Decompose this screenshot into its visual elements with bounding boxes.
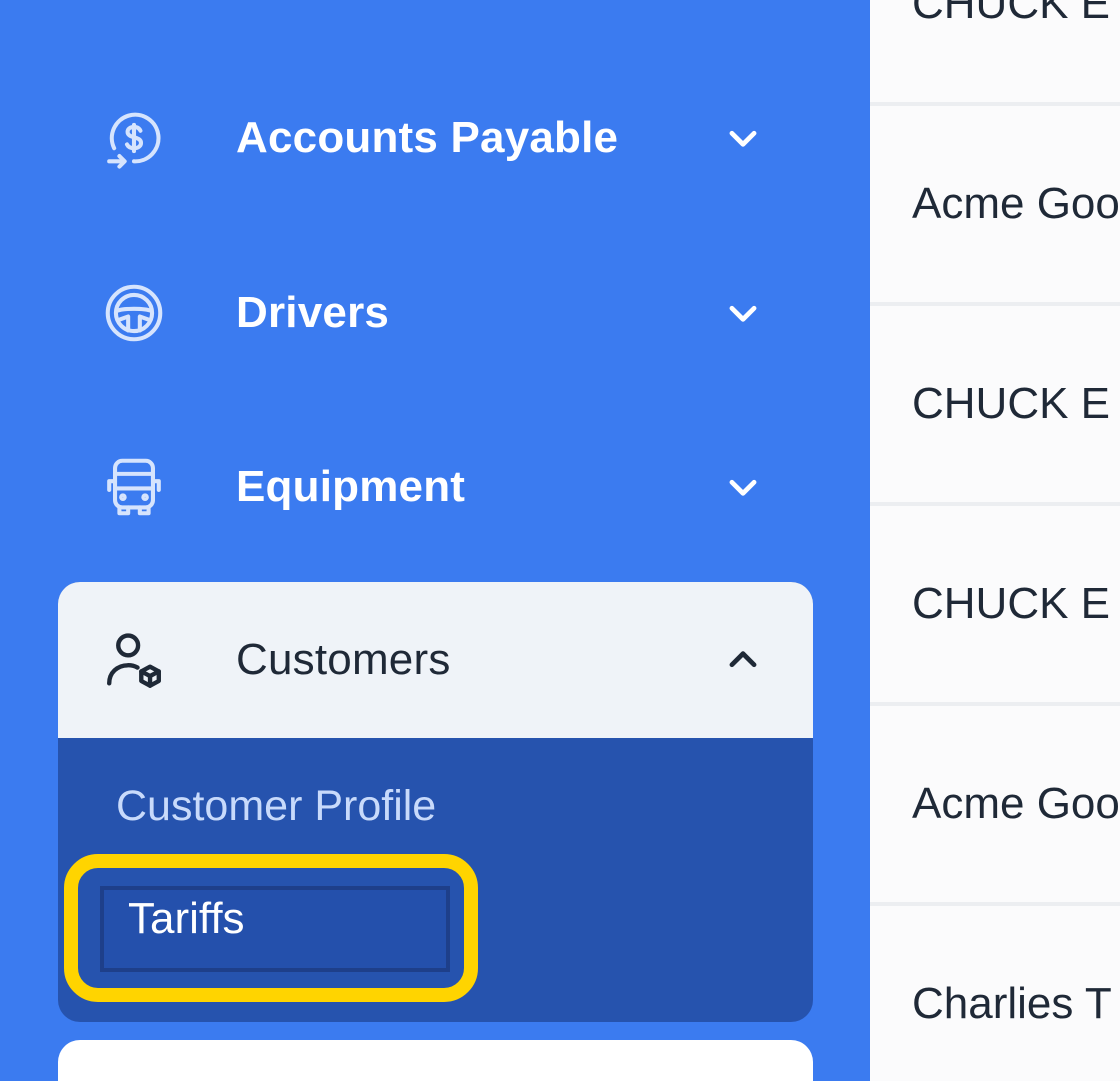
highlight-box: Tariffs [64, 854, 478, 1002]
truck-icon [98, 451, 170, 523]
sidebar-item-label: Drivers [236, 288, 390, 337]
table-row[interactable]: Acme Goo [870, 106, 1120, 306]
table-row[interactable]: CHUCK E [870, 306, 1120, 506]
table-cell-customer: Acme Goo [912, 179, 1120, 228]
table-row[interactable]: Acme Goo [870, 706, 1120, 906]
table-row[interactable]: CHUCK E [870, 0, 1120, 106]
sidebar-item-accounts-payable[interactable]: Accounts Payable [58, 83, 813, 193]
sidebar-subitem-customer-profile[interactable]: Customer Profile [116, 782, 436, 831]
app-screen: Accounts Payable Drivers Equipment Custo… [0, 0, 1120, 1081]
sidebar-item-equipment[interactable]: Equipment [58, 432, 813, 542]
table-cell-customer: CHUCK E [912, 0, 1111, 28]
sidebar: Accounts Payable Drivers Equipment Custo… [0, 0, 870, 1081]
sidebar-item-label: Equipment [236, 462, 466, 511]
chevron-down-icon[interactable] [722, 466, 764, 508]
sidebar-item-label: Customers [236, 635, 451, 684]
table-cell-customer: Charlies T [912, 979, 1112, 1028]
table-cell-customer: CHUCK E [912, 579, 1111, 628]
table-cell-customer: Acme Goo [912, 779, 1120, 828]
table-row[interactable]: CHUCK E [870, 506, 1120, 706]
chevron-down-icon[interactable] [722, 117, 764, 159]
table-cell-customer: CHUCK E [912, 379, 1111, 428]
sidebar-subitem-label: Tariffs [128, 894, 245, 943]
dollar-refresh-icon [98, 102, 170, 174]
sidebar-item-label: Accounts Payable [236, 113, 619, 162]
content-table: CHUCK E Acme Goo CHUCK E CHUCK E Acme Go… [870, 0, 1120, 1081]
sidebar-group-customers: Customers Customer Profile Tariffs [58, 582, 813, 1022]
sidebar-item-drivers[interactable]: Drivers [58, 258, 813, 368]
sidebar-item-next[interactable] [58, 1040, 813, 1081]
chevron-up-icon[interactable] [722, 639, 764, 681]
user-box-icon [98, 624, 170, 696]
table-row[interactable]: Charlies T [870, 906, 1120, 1081]
sidebar-item-customers[interactable]: Customers [58, 582, 813, 738]
chevron-down-icon[interactable] [722, 292, 764, 334]
steering-wheel-icon [98, 277, 170, 349]
